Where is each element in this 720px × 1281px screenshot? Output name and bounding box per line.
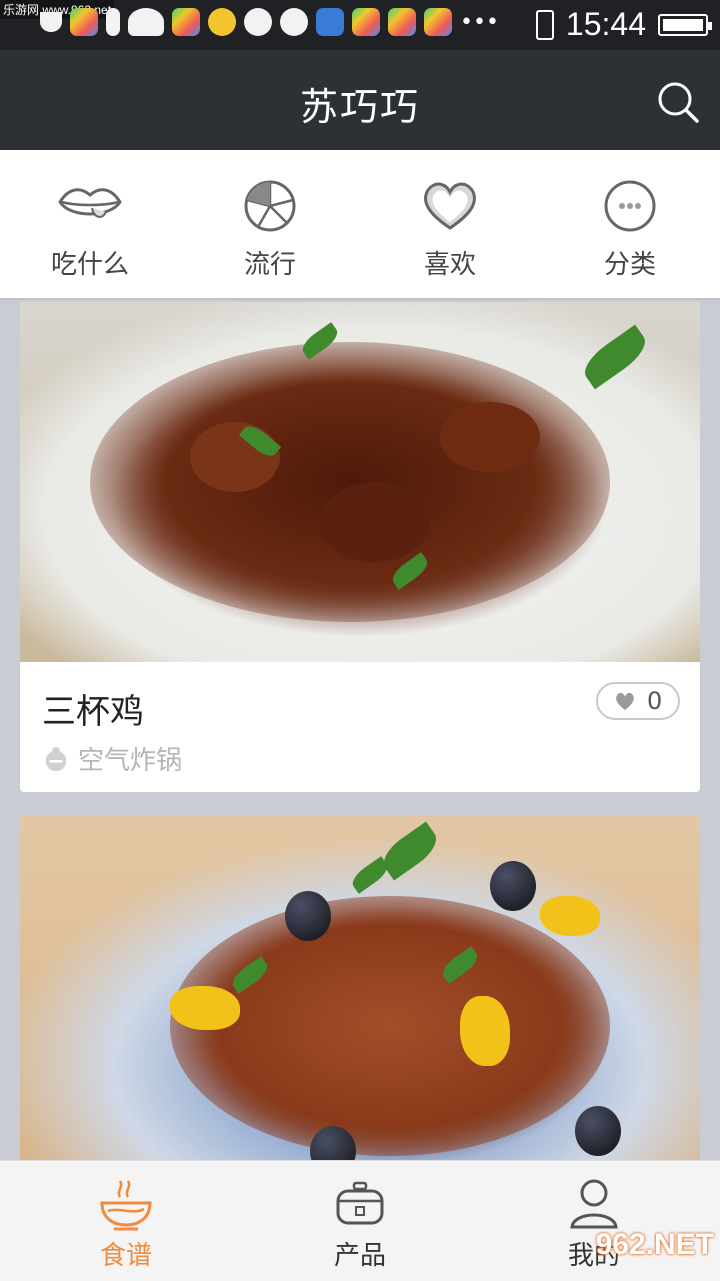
notification-icons: ••• — [8, 8, 499, 36]
nav-recipes[interactable]: 食谱 — [6, 1173, 246, 1272]
tab-trending[interactable]: 流行 — [180, 178, 360, 281]
tab-categories[interactable]: 分类 — [540, 178, 720, 281]
cooker-icon — [336, 1181, 384, 1225]
app-notification-icon — [172, 8, 200, 36]
youku-icon — [316, 8, 344, 36]
app-notification-icon — [352, 8, 380, 36]
bowl-icon — [100, 1180, 152, 1231]
app-title: 苏巧巧 — [299, 85, 420, 129]
air-fryer-icon — [45, 746, 67, 771]
nav-products[interactable]: 产品 — [240, 1173, 480, 1272]
app-bar: 苏巧巧 — [0, 50, 720, 150]
tab-favorites[interactable]: 喜欢 — [360, 178, 540, 281]
app-notification-icon — [70, 8, 98, 36]
like-button[interactable]: 0 — [596, 682, 680, 720]
nav-label: 产品 — [333, 1241, 386, 1271]
usb-icon — [106, 8, 120, 36]
heart-icon — [615, 692, 634, 711]
vibrate-icon — [535, 9, 554, 40]
tab-label: 吃什么 — [50, 250, 129, 280]
watermark-logo: 962.NET — [595, 1228, 714, 1261]
user-icon — [570, 1179, 618, 1229]
tab-label: 喜欢 — [423, 250, 476, 280]
nav-label: 食谱 — [99, 1241, 152, 1271]
app-notification-icon — [388, 8, 416, 36]
recipe-photo — [20, 302, 700, 662]
tab-label: 分类 — [603, 250, 656, 280]
tab-what-to-eat[interactable]: 吃什么 — [0, 178, 180, 281]
device-label: 空气炸锅 — [78, 746, 183, 776]
game-icon — [208, 8, 236, 36]
bottom-nav: 食谱 产品 我的 — [0, 1160, 720, 1281]
face-icon — [244, 8, 272, 36]
recipe-card[interactable] — [20, 816, 700, 1176]
recipe-device: 空气炸锅 — [42, 740, 182, 777]
more-dots-icon — [604, 180, 656, 232]
heart-icon — [424, 182, 476, 230]
recipe-info: 三杯鸡 0 空气炸锅 — [20, 662, 700, 792]
recipe-card[interactable]: 三杯鸡 0 空气炸锅 — [20, 302, 700, 792]
system-icons: 15:44 — [535, 6, 712, 43]
like-count: 0 — [647, 687, 663, 715]
battery-icon — [658, 13, 712, 36]
search-icon[interactable] — [656, 80, 700, 124]
wifi-icon — [40, 12, 62, 32]
clock: 15:44 — [565, 6, 646, 42]
recipe-photo — [20, 816, 700, 1176]
citrus-slice-icon — [244, 180, 296, 232]
android-icon — [128, 8, 164, 36]
weibo-icon — [280, 8, 308, 36]
tab-label: 流行 — [243, 250, 296, 280]
app-notification-icon — [424, 8, 452, 36]
recipe-name: 三杯鸡 — [42, 692, 144, 732]
more-notifications-icon: ••• — [460, 9, 499, 35]
status-bar: 乐游网 www.962.net ••• 15:44 — [0, 0, 720, 50]
lips-icon — [58, 188, 122, 218]
category-tabs: 吃什么 流行 喜欢 分类 — [0, 150, 720, 300]
